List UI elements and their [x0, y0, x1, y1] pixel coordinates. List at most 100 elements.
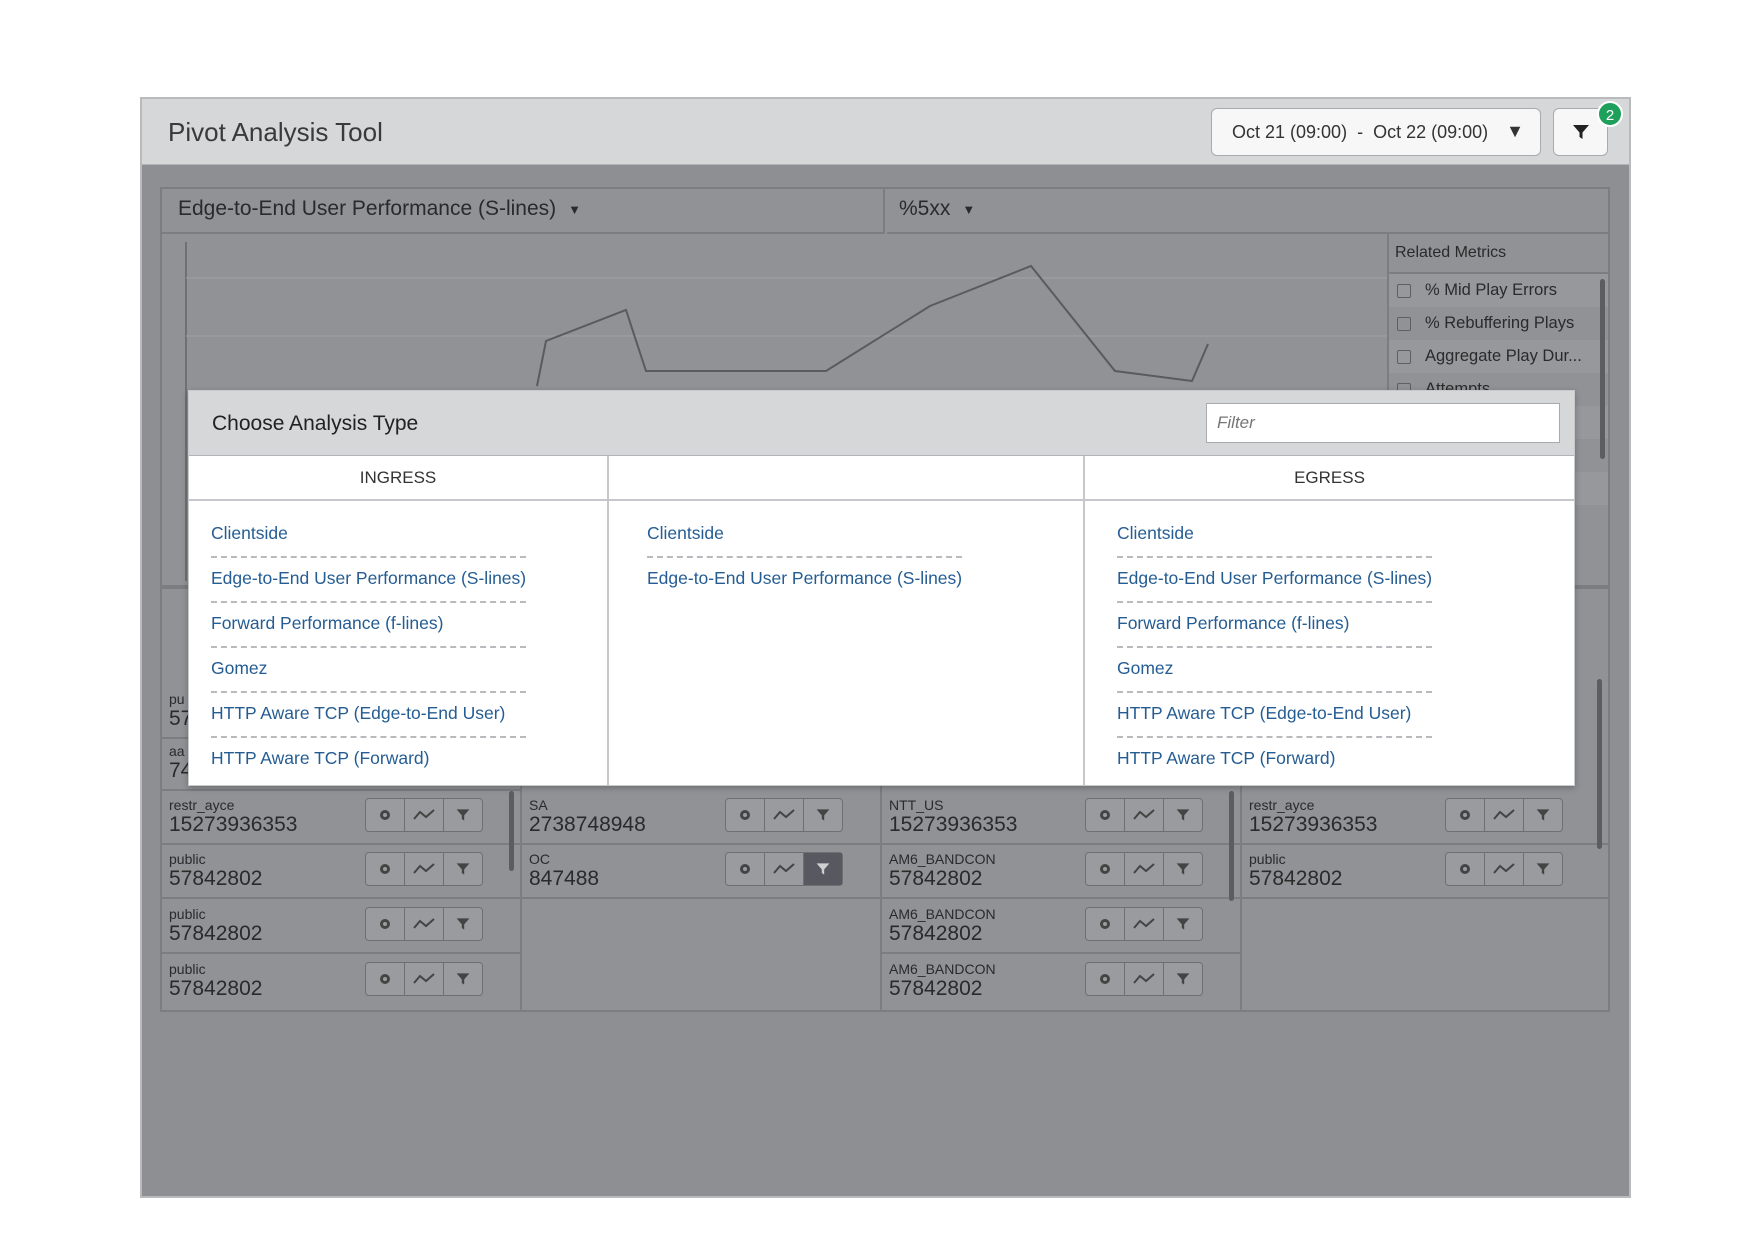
pivot-row[interactable]: AM6_BANDCON 57842802 — [882, 955, 1240, 1009]
checkbox-icon[interactable] — [1397, 349, 1411, 364]
row-actions — [365, 907, 483, 941]
pivot-row[interactable]: NTT_US 15273936353 — [882, 791, 1240, 845]
row-label: restr_ayce — [169, 797, 235, 813]
date-range-picker[interactable]: Oct 21 (09:00) - Oct 22 (09:00) ▼ — [1211, 108, 1541, 156]
column-scrollbar[interactable] — [1229, 791, 1234, 901]
column-scrollbar[interactable] — [1597, 679, 1602, 849]
analysis-option[interactable]: HTTP Aware TCP (Edge-to-End User) — [1117, 693, 1432, 738]
row-label: pu — [169, 691, 185, 707]
trend-icon[interactable] — [405, 853, 444, 885]
filter-icon[interactable] — [1164, 908, 1202, 940]
pivot-row[interactable]: AM6_BANDCON 57842802 — [882, 845, 1240, 899]
chart-series-line — [536, 264, 1209, 387]
filter-icon[interactable] — [804, 799, 842, 831]
row-actions — [1085, 962, 1203, 996]
title-bar: Pivot Analysis Tool Oct 21 (09:00) - Oct… — [142, 99, 1629, 165]
related-metrics-scrollbar[interactable] — [1600, 279, 1605, 459]
gear-icon[interactable] — [1446, 799, 1485, 831]
gear-icon[interactable] — [1086, 799, 1125, 831]
pivot-row[interactable]: AM6_BANDCON 57842802 — [882, 900, 1240, 954]
stat-dropdown-value: %5xx — [899, 197, 951, 220]
trend-icon[interactable] — [1125, 908, 1164, 940]
modal-filter-input[interactable] — [1206, 403, 1560, 443]
analysis-column-middle: Clientside Edge-to-End User Performance … — [607, 456, 1083, 786]
filter-icon[interactable] — [804, 853, 842, 885]
analysis-option[interactable]: HTTP Aware TCP (Edge-to-End User) — [211, 693, 526, 738]
row-label: public — [1249, 851, 1286, 867]
row-value: 15273936353 — [889, 813, 1018, 836]
gear-icon[interactable] — [726, 799, 765, 831]
column-header: EGRESS — [1085, 456, 1574, 501]
checkbox-icon[interactable] — [1397, 316, 1411, 331]
pivot-row[interactable]: public 57842802 — [162, 900, 520, 954]
related-metric-item[interactable]: % Mid Play Errors — [1389, 274, 1608, 307]
analysis-list: Clientside Edge-to-End User Performance … — [189, 501, 607, 783]
filter-icon[interactable] — [1524, 799, 1562, 831]
column-scrollbar[interactable] — [509, 791, 514, 871]
related-metric-item[interactable]: % Rebuffering Plays — [1389, 307, 1608, 340]
row-label: restr_ayce — [1249, 797, 1315, 813]
pivot-row[interactable]: public 57842802 — [162, 845, 520, 899]
filter-count-badge: 2 — [1597, 101, 1623, 127]
trend-icon[interactable] — [765, 799, 804, 831]
filter-icon[interactable] — [1164, 853, 1202, 885]
gear-icon[interactable] — [1086, 908, 1125, 940]
filter-icon[interactable] — [444, 963, 482, 995]
analysis-option[interactable]: Forward Performance (f-lines) — [1117, 603, 1432, 648]
analysis-option[interactable]: Clientside — [647, 513, 962, 558]
gear-icon[interactable] — [366, 799, 405, 831]
pivot-row[interactable]: restr_ayce 15273936353 — [1242, 791, 1608, 845]
filter-icon[interactable] — [444, 799, 482, 831]
row-value: 57842802 — [169, 977, 263, 1000]
trend-icon[interactable] — [1125, 853, 1164, 885]
stat-dropdown[interactable]: %5xx ▼ — [887, 189, 1608, 234]
caret-down-icon: ▼ — [962, 201, 976, 217]
pivot-row[interactable]: SA 2738748948 — [522, 791, 880, 845]
filter-icon[interactable] — [444, 853, 482, 885]
gear-icon[interactable] — [366, 908, 405, 940]
related-metric-item[interactable]: Aggregate Play Dur... — [1389, 340, 1608, 373]
filter-icon[interactable] — [1164, 963, 1202, 995]
trend-icon[interactable] — [405, 799, 444, 831]
row-label: AM6_BANDCON — [889, 906, 996, 922]
trend-icon[interactable] — [765, 853, 804, 885]
row-label: SA — [529, 797, 548, 813]
trend-icon[interactable] — [1485, 799, 1524, 831]
gear-icon[interactable] — [1086, 853, 1125, 885]
analysis-option[interactable]: Edge-to-End User Performance (S-lines) — [1117, 558, 1432, 603]
row-value: 57842802 — [889, 867, 983, 890]
trend-icon[interactable] — [405, 908, 444, 940]
row-actions — [365, 798, 483, 832]
analysis-option[interactable]: Edge-to-End User Performance (S-lines) — [647, 558, 962, 603]
row-actions — [1085, 798, 1203, 832]
trend-icon[interactable] — [1125, 799, 1164, 831]
gear-icon[interactable] — [366, 853, 405, 885]
pivot-row[interactable]: public 57842802 — [162, 955, 520, 1009]
date-range-start: Oct 21 (09:00) — [1232, 121, 1348, 142]
filter-icon[interactable] — [1524, 853, 1562, 885]
analysis-option[interactable]: Gomez — [1117, 648, 1432, 693]
metric-dropdown-value: Edge-to-End User Performance (S-lines) — [178, 197, 557, 220]
gear-icon[interactable] — [366, 963, 405, 995]
analysis-option[interactable]: Edge-to-End User Performance (S-lines) — [211, 558, 526, 603]
analysis-option[interactable]: HTTP Aware TCP (Forward) — [1117, 738, 1432, 783]
checkbox-icon[interactable] — [1397, 283, 1411, 298]
analysis-option[interactable]: Clientside — [1117, 513, 1432, 558]
analysis-option[interactable]: HTTP Aware TCP (Forward) — [211, 738, 526, 783]
trend-icon[interactable] — [1125, 963, 1164, 995]
gear-icon[interactable] — [1446, 853, 1485, 885]
pivot-row[interactable]: public 57842802 — [1242, 845, 1608, 899]
pivot-row[interactable]: OC 847488 — [522, 845, 880, 899]
filter-icon[interactable] — [1164, 799, 1202, 831]
analysis-column-egress: EGRESS Clientside Edge-to-End User Perfo… — [1083, 456, 1574, 786]
trend-icon[interactable] — [405, 963, 444, 995]
analysis-option[interactable]: Gomez — [211, 648, 526, 693]
analysis-option[interactable]: Clientside — [211, 513, 526, 558]
gear-icon[interactable] — [726, 853, 765, 885]
filter-icon[interactable] — [444, 908, 482, 940]
metric-dropdown[interactable]: Edge-to-End User Performance (S-lines) ▼ — [162, 189, 885, 234]
analysis-option[interactable]: Forward Performance (f-lines) — [211, 603, 526, 648]
trend-icon[interactable] — [1485, 853, 1524, 885]
gear-icon[interactable] — [1086, 963, 1125, 995]
pivot-row[interactable]: restr_ayce 15273936353 — [162, 791, 520, 845]
